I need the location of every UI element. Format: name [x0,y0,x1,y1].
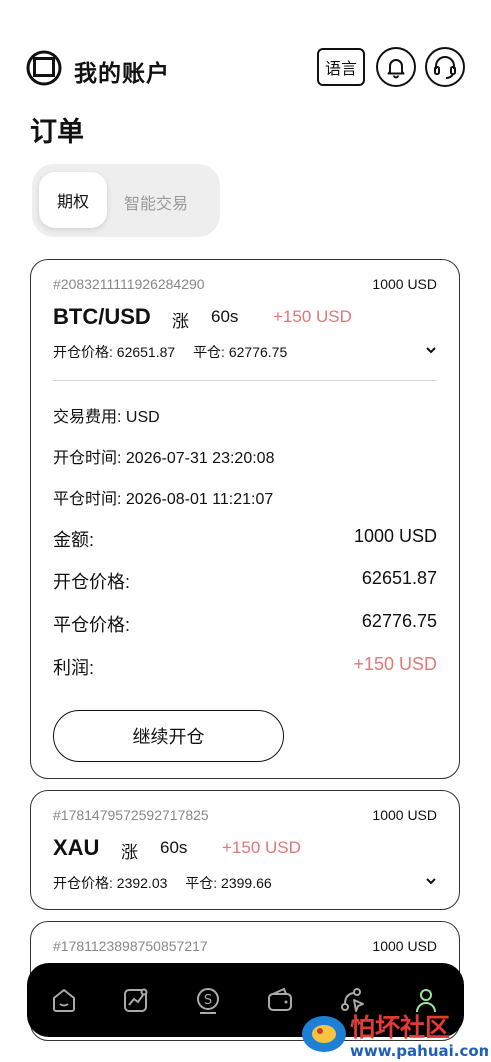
order-id: #2083211111926284290 [53,276,205,292]
chart-icon[interactable] [121,985,151,1015]
open-price-value: 62651.87 [361,568,437,588]
amount-row: 金额: 1000 USD [53,526,437,552]
amount-key: 金额: [53,530,95,550]
direction-label: 涨 [121,843,138,862]
support-button[interactable] [425,47,465,87]
trading-pair: XAU [53,835,100,860]
price-summary: 开仓价格: 2392.03 平仓: 2399.66 [53,873,286,893]
header: 我的账户 语言 [0,44,491,92]
amount-value: 1000 USD [353,526,437,546]
profit-row: 利润: +150 USD [53,654,437,680]
profit-value: +150 USD [353,654,437,674]
bell-icon [387,59,405,79]
watermark-logo: 怕坏社区 www.pahuai.com [302,1013,488,1060]
open-price-row: 开仓价格: 62651.87 [53,568,437,594]
continue-open-button[interactable]: 继续开仓 [53,710,284,762]
period-label: 60s [211,307,239,326]
fee-row: 交易费用: USD [53,409,160,426]
open-time-row: 开仓时间: 2026-07-31 23:20:08 [53,450,275,467]
open-price-key: 开仓价格: [53,572,131,592]
chevron-down-icon[interactable] [425,875,437,887]
wallet-icon[interactable] [265,985,295,1015]
close-time-row: 平仓时间: 2026-08-01 11:21:07 [53,491,274,508]
profit-key: 利润: [53,658,95,678]
open-price: 开仓价格: 2392.03 [53,875,168,891]
order-card[interactable]: #2083211111926284290 1000 USD BTC/USD 涨 … [30,259,460,779]
home-icon[interactable] [49,985,79,1015]
logo-icon [26,50,62,86]
tab-options[interactable]: 期权 [39,172,107,228]
tab-smart-trading[interactable]: 智能交易 [124,190,188,214]
order-amount: 1000 USD [372,276,437,292]
headset-icon [434,56,456,79]
close-price: 平仓: 62776.75 [193,344,288,360]
account-title: 我的账户 [74,60,170,86]
watermark-url: www.pahuai.com [350,1042,488,1060]
dollar-icon[interactable]: S [193,985,223,1015]
order-tabs: 期权 智能交易 [32,164,220,237]
direction-label: 涨 [172,312,189,331]
order-card[interactable]: #1781479572592717825 1000 USD XAU 涨 60s … [30,790,460,910]
close-price-row: 平仓价格: 62776.75 [53,611,437,637]
profit-label: +150 USD [273,307,352,326]
open-price: 开仓价格: 62651.87 [53,344,176,360]
order-amount: 1000 USD [372,807,437,823]
watermark-text: 怕坏社区 [350,1013,450,1042]
profit-label: +150 USD [222,838,301,857]
trading-pair: BTC/USD [53,304,151,329]
order-id: #1781479572592717825 [53,807,209,823]
chevron-down-icon[interactable] [425,344,437,356]
close-price-key: 平仓价格: [53,615,131,635]
svg-text:S: S [204,993,212,1008]
price-summary: 开仓价格: 62651.87 平仓: 62776.75 [53,342,301,362]
language-button[interactable]: 语言 [317,48,365,86]
order-amount: 1000 USD [372,938,437,954]
period-label: 60s [160,838,188,857]
close-price-value: 62776.75 [361,611,437,631]
order-id: #1781123898750857217 [53,938,208,954]
close-price: 平仓: 2399.66 [185,875,272,891]
page-title: 订单 [30,117,84,147]
divider [53,380,437,381]
notification-button[interactable] [376,47,416,87]
